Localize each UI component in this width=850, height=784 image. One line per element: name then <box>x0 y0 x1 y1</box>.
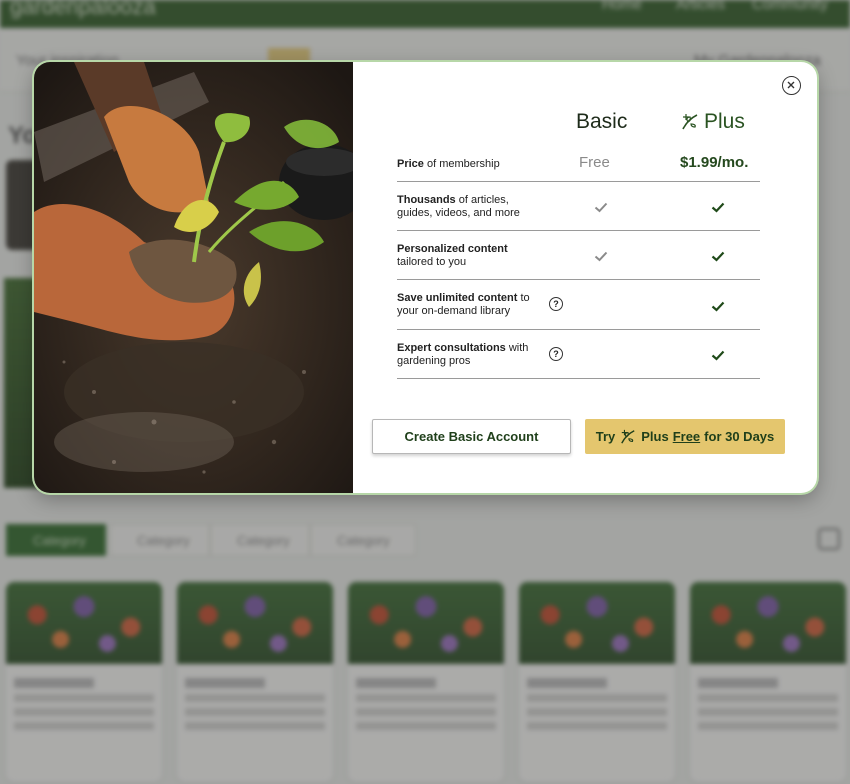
check-icon <box>594 251 608 262</box>
plus-column-header: Plus <box>680 110 745 134</box>
check-icon <box>711 350 725 361</box>
membership-modal: Basic Plus Price of membership Free $1.9… <box>34 62 817 493</box>
gardening-photo <box>34 62 353 493</box>
try-plus-free-button[interactable]: Try Plus Free for 30 Days <box>585 419 785 454</box>
check-icon <box>711 301 725 312</box>
price-row: Price of membership Free $1.99/mo. <box>397 148 760 182</box>
create-basic-account-button[interactable]: Create Basic Account <box>372 419 571 454</box>
comparison-table: Price of membership Free $1.99/mo. Thous… <box>397 148 760 379</box>
basic-price: Free <box>579 154 610 171</box>
feature-row: Expert consultations with gardening pros … <box>397 330 760 379</box>
leaf-plus-icon <box>682 114 698 130</box>
feature-label: Save unlimited content to your on-demand … <box>397 292 530 317</box>
try-label: Try <box>595 429 616 444</box>
plus-column-label: Plus <box>704 110 745 133</box>
check-icon <box>594 202 608 213</box>
trial-length-label: for 30 Days <box>704 429 775 444</box>
feature-label: Thousands of articles, guides, videos, an… <box>397 194 520 219</box>
feature-row: Personalized content tailored to you <box>397 231 760 280</box>
close-icon <box>787 81 795 89</box>
free-label: Free <box>672 429 701 444</box>
check-icon <box>711 202 725 213</box>
feature-row: Save unlimited content to your on-demand … <box>397 280 760 330</box>
feature-label: Personalized content tailored to you <box>397 243 508 268</box>
leaf-plus-icon <box>621 429 635 444</box>
help-icon[interactable]: ? <box>549 297 563 311</box>
check-icon <box>711 251 725 262</box>
feature-row: Thousands of articles, guides, videos, an… <box>397 182 760 231</box>
basic-column-header: Basic <box>576 110 628 133</box>
help-icon[interactable]: ? <box>549 347 563 361</box>
price-label: Price of membership <box>397 158 500 170</box>
plus-price: $1.99/mo. <box>680 154 749 171</box>
plus-label: Plus <box>641 429 669 444</box>
feature-label: Expert consultations with gardening pros <box>397 342 529 367</box>
close-button[interactable] <box>782 76 801 95</box>
